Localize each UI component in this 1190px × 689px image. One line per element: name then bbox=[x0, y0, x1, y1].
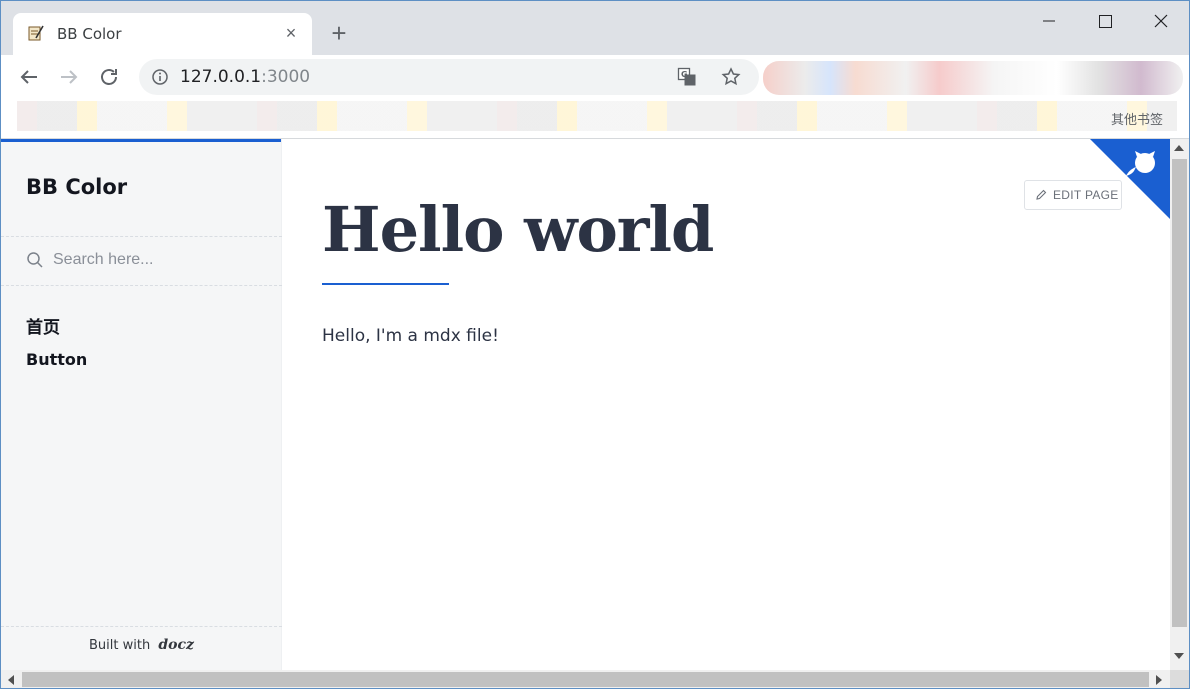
document-pen-icon bbox=[28, 25, 44, 41]
docz-logo: docz bbox=[158, 637, 194, 653]
divider bbox=[1, 626, 282, 627]
built-with-text: Built with bbox=[89, 638, 151, 653]
built-with-footer[interactable]: Built with docz bbox=[1, 637, 282, 653]
svg-text:G: G bbox=[681, 70, 688, 79]
url-text[interactable]: 127.0.0.1:3000 bbox=[180, 67, 310, 87]
scroll-down-arrow[interactable] bbox=[1174, 653, 1184, 659]
tab-close-button[interactable]: × bbox=[281, 23, 301, 43]
sidebar-item-button[interactable]: Button bbox=[26, 350, 87, 369]
divider bbox=[1, 285, 282, 286]
sidebar-brand[interactable]: BB Color bbox=[26, 175, 127, 199]
title-underline bbox=[322, 283, 449, 285]
scroll-up-arrow[interactable] bbox=[1174, 145, 1184, 151]
browser-tab[interactable]: BB Color × bbox=[13, 13, 312, 55]
search-input[interactable] bbox=[53, 249, 263, 271]
star-icon[interactable] bbox=[721, 67, 741, 87]
address-bar[interactable]: 127.0.0.1:3000 G bbox=[139, 59, 759, 95]
github-octocat-icon[interactable] bbox=[1090, 139, 1170, 219]
browser-toolbar: 127.0.0.1:3000 G bbox=[1, 55, 1189, 99]
url-host: 127.0.0.1 bbox=[180, 67, 262, 87]
progress-bar bbox=[1, 139, 281, 142]
maximize-icon[interactable] bbox=[1091, 9, 1119, 33]
close-window-icon[interactable] bbox=[1147, 9, 1175, 33]
arrow-right-icon[interactable] bbox=[57, 65, 81, 89]
translate-icon[interactable]: G bbox=[677, 67, 697, 87]
url-port: :3000 bbox=[261, 67, 311, 87]
vertical-scroll-thumb[interactable] bbox=[1172, 159, 1187, 627]
browser-window: BB Color × + 127.0.0.1:3000 G 其他书签 BB Co… bbox=[0, 0, 1190, 689]
minimize-icon[interactable] bbox=[1035, 9, 1063, 33]
scroll-left-arrow[interactable] bbox=[8, 675, 14, 685]
pencil-icon bbox=[1036, 189, 1047, 200]
sidebar-search bbox=[1, 237, 282, 285]
horizontal-scrollbar[interactable] bbox=[1, 670, 1170, 688]
info-icon[interactable] bbox=[151, 68, 169, 86]
other-bookmarks[interactable]: 其他书签 bbox=[1111, 109, 1163, 128]
horizontal-scroll-thumb[interactable] bbox=[22, 672, 1149, 687]
tab-strip: BB Color × + bbox=[1, 1, 1189, 55]
page-title: Hello world bbox=[322, 193, 714, 266]
page-paragraph: Hello, I'm a mdx file! bbox=[322, 326, 499, 346]
extensions-area[interactable] bbox=[763, 61, 1183, 95]
arrow-left-icon[interactable] bbox=[17, 65, 41, 89]
scrollbar-corner bbox=[1170, 670, 1189, 688]
new-tab-button[interactable]: + bbox=[327, 20, 351, 46]
vertical-scrollbar[interactable] bbox=[1170, 139, 1189, 670]
reload-icon[interactable] bbox=[97, 65, 121, 89]
sidebar-item-home[interactable]: 首页 bbox=[26, 313, 60, 338]
bookmarks-bar: 其他书签 bbox=[1, 99, 1189, 139]
sidebar: BB Color 首页 Button Built with docz bbox=[1, 139, 282, 670]
main-content: Hello world Hello, I'm a mdx file! EDIT … bbox=[282, 139, 1170, 670]
tab-title: BB Color bbox=[57, 25, 122, 43]
search-icon bbox=[27, 252, 43, 268]
page-viewport: BB Color 首页 Button Built with docz Hello… bbox=[1, 139, 1189, 688]
bookmark-items[interactable] bbox=[17, 101, 1177, 131]
scroll-right-arrow[interactable] bbox=[1156, 675, 1162, 685]
